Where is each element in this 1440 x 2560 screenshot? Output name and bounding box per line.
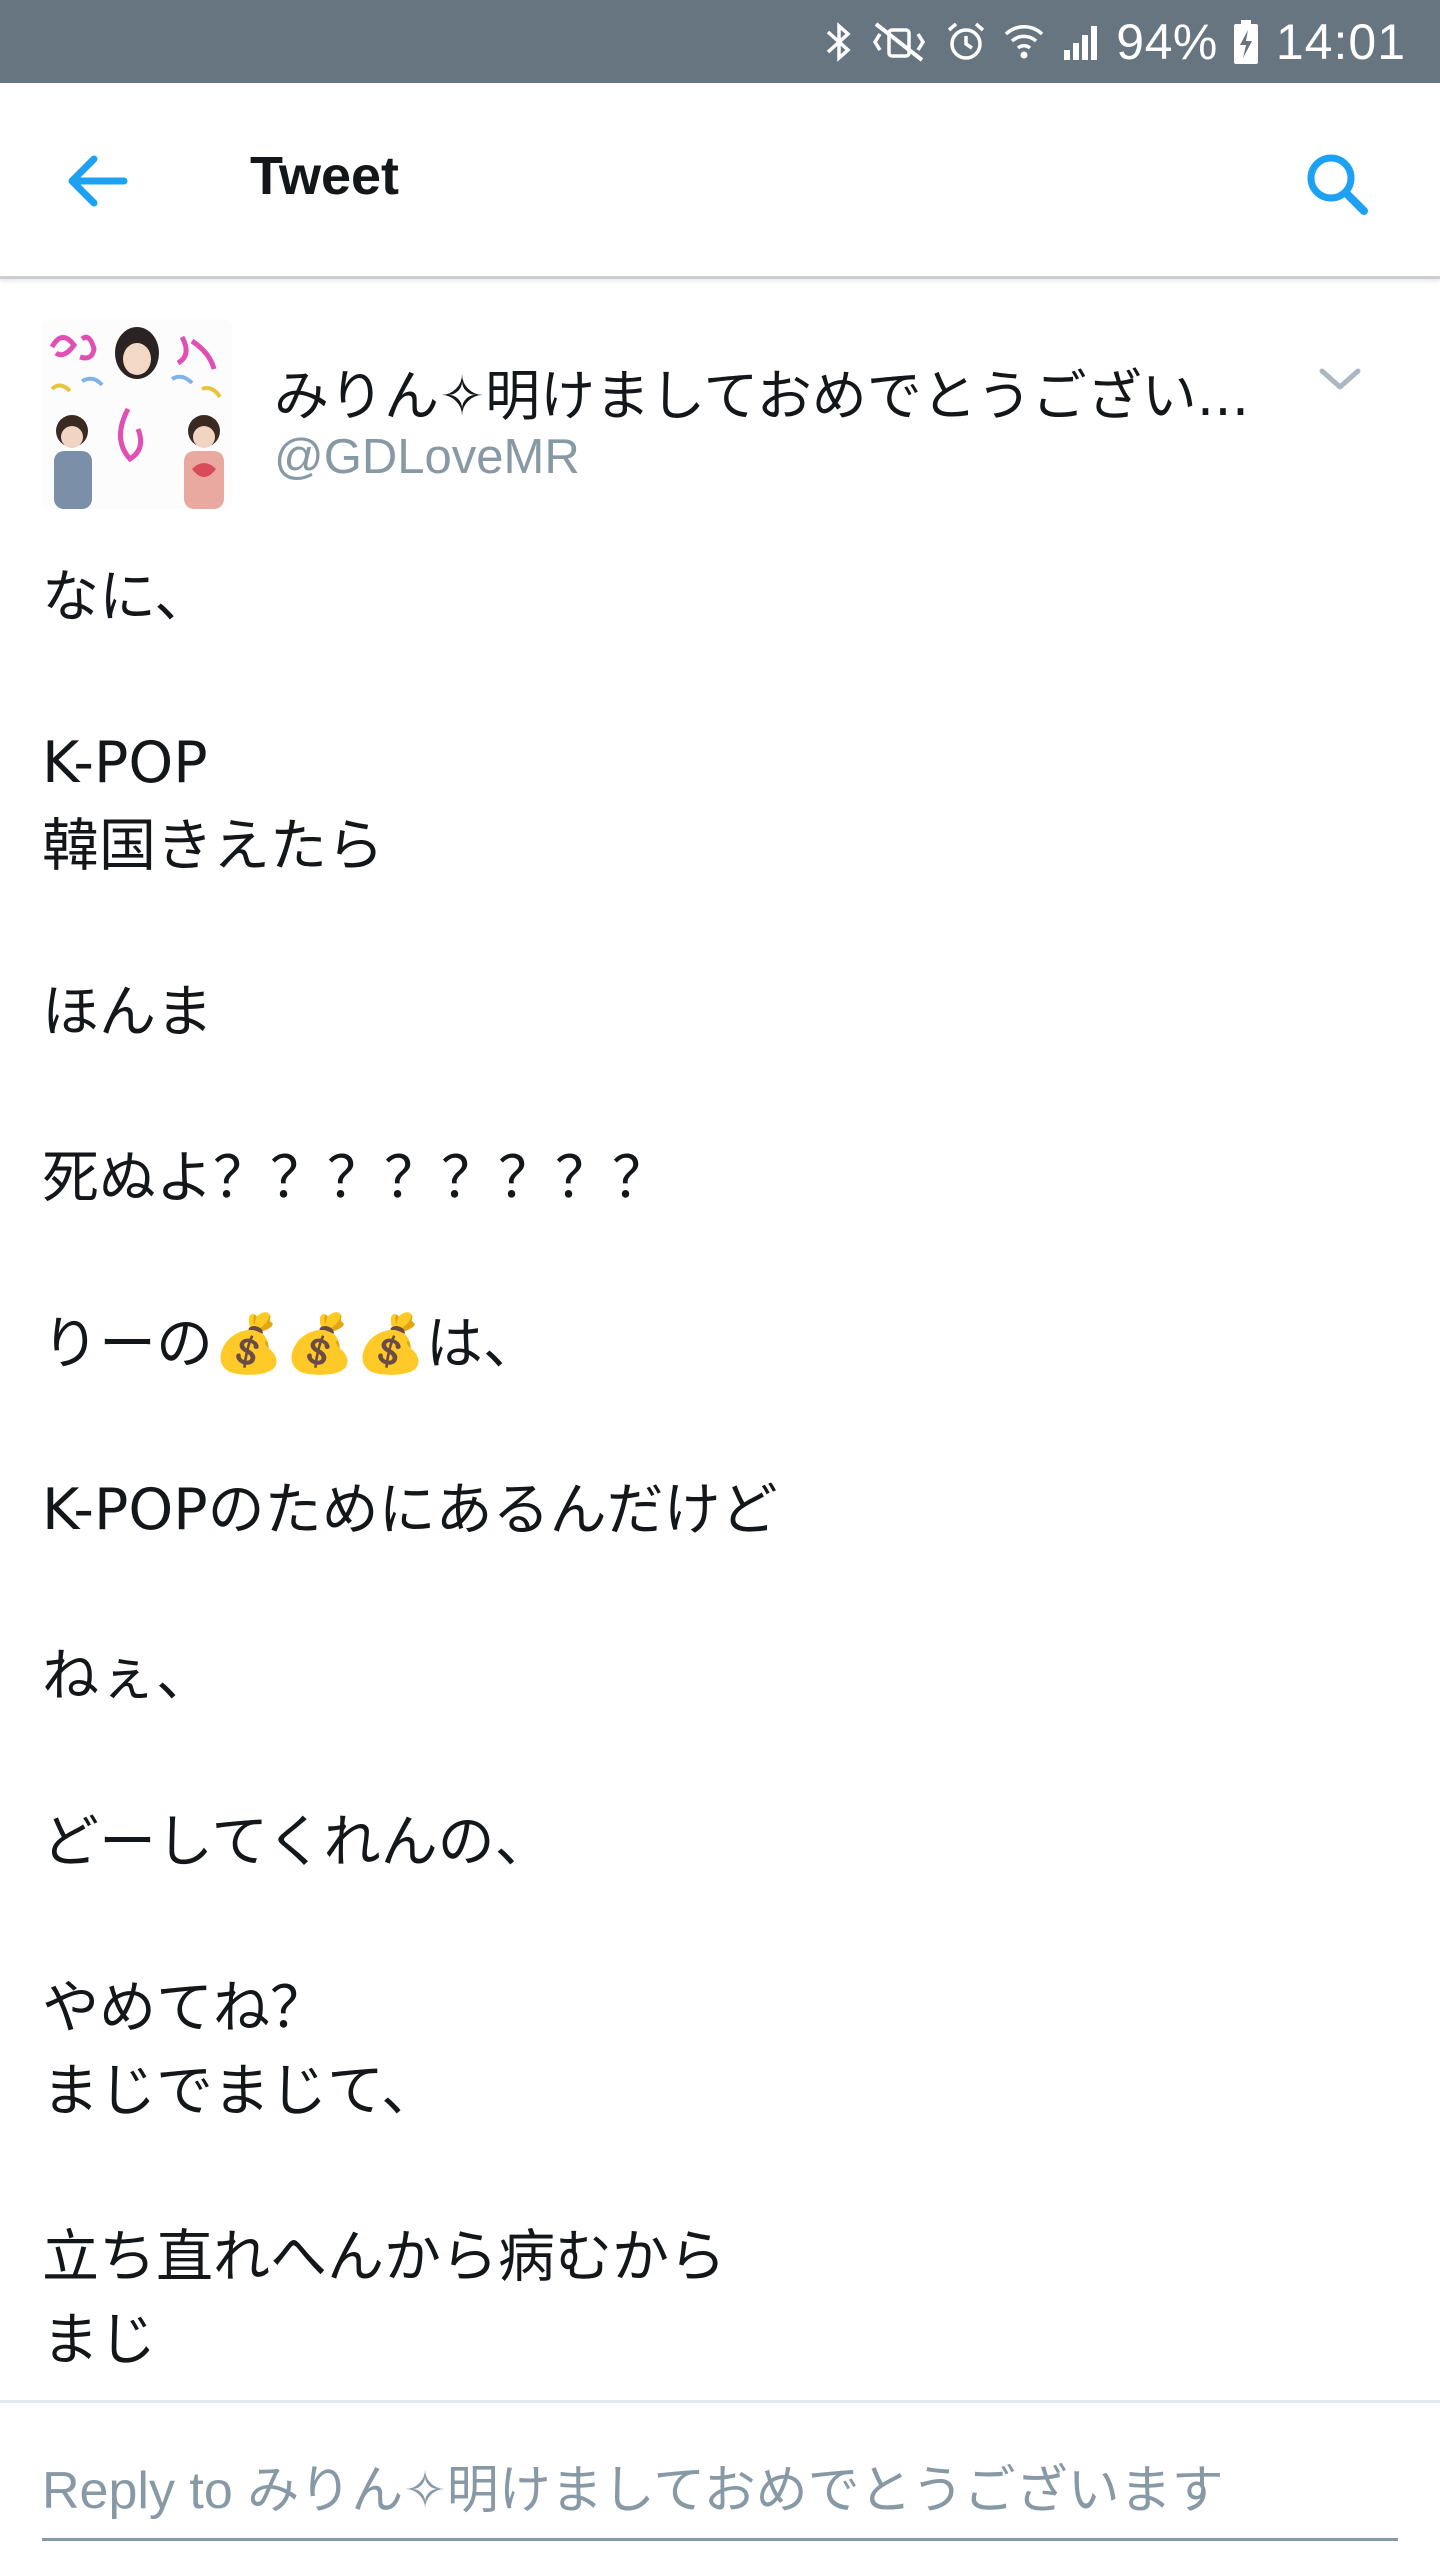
username[interactable]: @GDLoveMR [274,429,580,485]
status-bar: 94% 14:01 [0,0,1440,83]
chevron-down-icon[interactable] [1310,349,1370,409]
tweet-header: みりん✧明けましておめでとうござい... @GDLoveMR [0,279,1440,529]
app-bar: Tweet [0,83,1440,279]
search-icon[interactable] [1296,143,1380,227]
reply-prefix: Reply to [42,2462,248,2520]
display-name[interactable]: みりん✧明けましておめでとうござい... [274,351,1274,431]
battery-charging-icon [1232,18,1260,66]
reply-input-underline [42,2538,1398,2541]
vibrate-mute-icon [868,20,930,64]
divider [0,2400,1440,2403]
back-arrow-icon[interactable] [56,139,140,223]
alarm-icon [944,20,988,64]
signal-icon [1060,20,1104,64]
battery-percent: 94% [1116,13,1218,70]
reply-to-name: みりん✧明けましておめでとうございます [247,2461,1224,2521]
tweet-text: なに、 K-POP 韓国きえたら ほんま 死ぬよ？？？？？？？？ りーの💰💰💰は… [42,564,778,2373]
wifi-icon [1002,20,1046,64]
page-title: Tweet [250,146,400,206]
reply-input[interactable]: Reply to みりん✧明けましておめでとうございます [42,2448,1402,2521]
avatar[interactable] [42,319,232,509]
clock: 14:01 [1275,13,1406,70]
bluetooth-icon [824,20,854,64]
